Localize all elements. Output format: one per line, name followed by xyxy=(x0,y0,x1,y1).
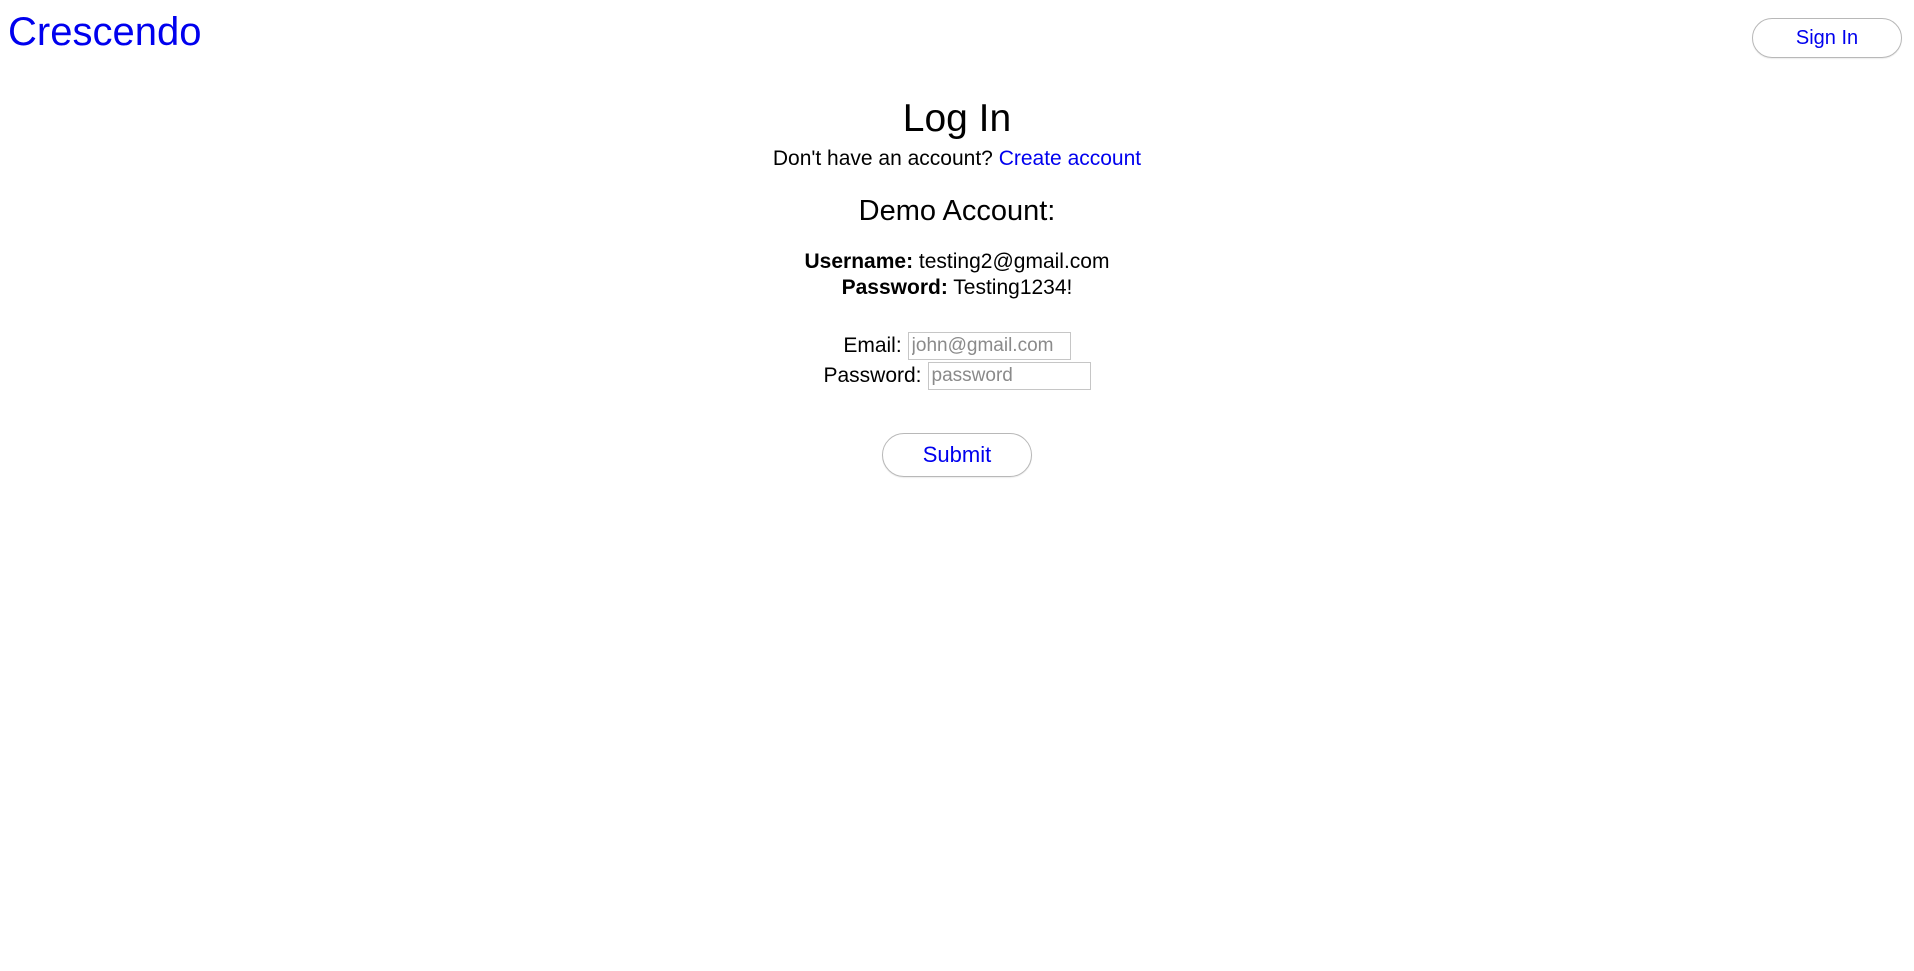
demo-password-label: Password: xyxy=(841,276,948,300)
create-account-link[interactable]: Create account xyxy=(999,147,1141,170)
page-title: Log In xyxy=(902,97,1012,140)
create-account-prompt: Don't have an account? Create account xyxy=(0,145,1914,172)
login-form: Email: Password: Submit xyxy=(0,331,1914,478)
password-row: Password: xyxy=(0,361,1914,391)
email-label: Email: xyxy=(843,334,902,358)
brand-logo-link[interactable]: Crescendo xyxy=(8,10,201,54)
demo-username-line: Username: testing2@gmail.com xyxy=(0,249,1914,275)
demo-credentials: Username: testing2@gmail.com Password: T… xyxy=(0,249,1914,302)
demo-username-value: testing2@gmail.com xyxy=(918,249,1110,273)
login-page: Crescendo Sign In Log In Don't have an a… xyxy=(0,0,1914,971)
password-field[interactable] xyxy=(927,362,1091,391)
email-field[interactable] xyxy=(907,332,1071,361)
demo-password-value: Testing1234! xyxy=(953,276,1073,300)
demo-account-heading: Demo Account: xyxy=(858,195,1056,228)
demo-password-line: Password: Testing1234! xyxy=(0,275,1914,301)
email-row: Email: xyxy=(0,331,1914,361)
submit-button[interactable]: Submit xyxy=(882,433,1032,478)
no-account-text: Don't have an account? xyxy=(772,146,999,170)
sign-in-button[interactable]: Sign In xyxy=(1752,18,1902,58)
password-label: Password: xyxy=(823,364,922,388)
login-panel: Log In Don't have an account? Create acc… xyxy=(0,96,1914,478)
demo-username-label: Username: xyxy=(804,249,914,273)
